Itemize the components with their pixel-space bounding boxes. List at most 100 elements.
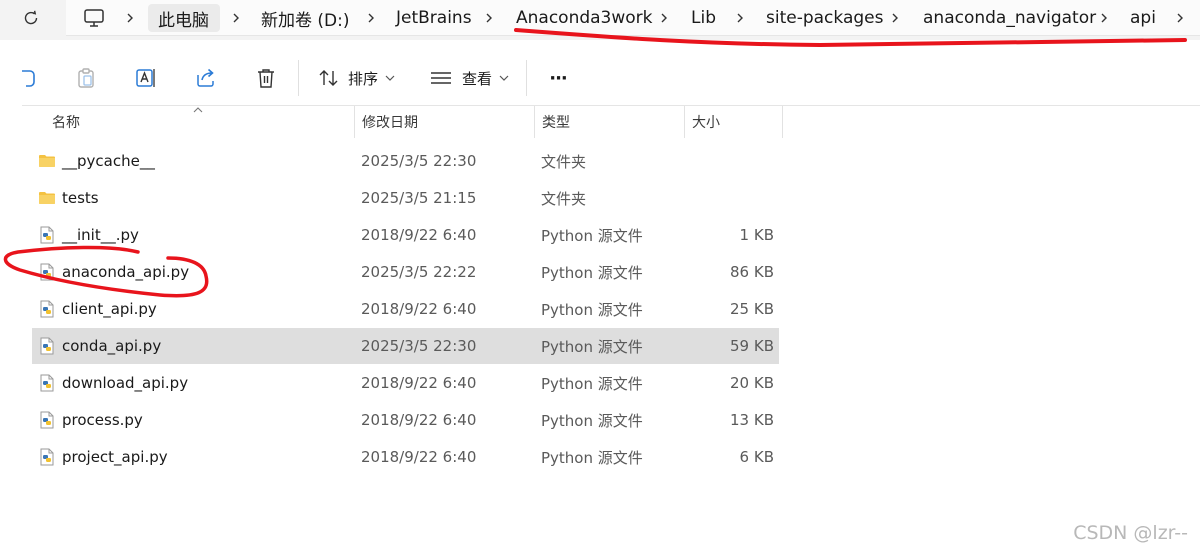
trash-icon <box>258 69 274 88</box>
toolbar-divider <box>298 60 299 96</box>
file-name: tests <box>62 189 99 207</box>
breadcrumb-separator-icon[interactable] <box>1173 0 1187 36</box>
file-name: anaconda_api.py <box>62 263 190 281</box>
address-strip: 此电脑 新加卷 (D:) JetBrains Anaconda3work Lib… <box>0 0 1200 40</box>
file-name: client_api.py <box>62 300 157 318</box>
column-header-size[interactable]: 大小 <box>692 106 720 138</box>
view-button[interactable]: 查看 <box>430 64 510 92</box>
sort-button[interactable]: 排序 <box>318 64 396 92</box>
file-type: Python 源文件 <box>541 226 643 245</box>
file-date: 2018/9/22 6:40 <box>361 226 477 244</box>
file-row[interactable]: __init__.py 2018/9/22 6:40 Python 源文件 1 KB <box>32 217 779 253</box>
column-header-date[interactable]: 修改日期 <box>362 106 418 138</box>
breadcrumb-item-anaconda3work[interactable]: Anaconda3work <box>516 0 653 36</box>
breadcrumb-item-this-pc[interactable]: 此电脑 <box>158 0 209 36</box>
refresh-button[interactable] <box>20 6 42 30</box>
computer-icon <box>84 9 104 27</box>
file-size: 20 KB <box>730 374 774 392</box>
file-type: Python 源文件 <box>541 300 643 319</box>
file-size: 1 KB <box>739 226 774 244</box>
file-row[interactable]: conda_api.py 2025/3/5 22:30 Python 源文件 59 K… <box>32 328 779 364</box>
new-button[interactable] <box>14 64 38 92</box>
file-type: 文件夹 <box>541 152 587 171</box>
file-name: project_api.py <box>62 448 168 466</box>
file-row[interactable]: __pycache__ 2025/3/5 22:30 文件夹 <box>32 143 779 179</box>
command-bar: 排序 查看 ··· <box>0 48 1200 106</box>
file-date: 2018/9/22 6:40 <box>361 374 477 392</box>
delete-button[interactable] <box>254 64 278 92</box>
file-size: 13 KB <box>730 411 774 429</box>
file-row[interactable]: client_api.py 2018/9/22 6:40 Python 源文件 25 … <box>32 291 779 327</box>
python-file-icon <box>38 300 56 318</box>
file-date: 2025/3/5 22:22 <box>361 263 477 281</box>
breadcrumb-item-jetbrains[interactable]: JetBrains <box>396 0 472 36</box>
python-file-icon <box>38 263 56 281</box>
file-row[interactable]: project_api.py 2018/9/22 6:40 Python 源文件 6 … <box>32 439 779 475</box>
file-date: 2018/9/22 6:40 <box>361 411 477 429</box>
file-row[interactable]: download_api.py 2018/9/22 6:40 Python 源文件 2… <box>32 365 779 401</box>
chevron-down-icon <box>499 75 509 81</box>
file-name: conda_api.py <box>62 337 162 355</box>
share-button[interactable] <box>194 64 218 92</box>
file-size: 25 KB <box>730 300 774 318</box>
column-divider[interactable] <box>782 106 783 138</box>
folder-icon <box>38 152 56 170</box>
this-pc-button[interactable] <box>82 6 106 30</box>
file-type: Python 源文件 <box>541 411 643 430</box>
breadcrumb-separator-icon[interactable] <box>733 0 747 36</box>
file-size: 86 KB <box>730 263 774 281</box>
file-type: Python 源文件 <box>541 448 643 467</box>
file-date: 2025/3/5 22:30 <box>361 337 477 355</box>
column-header-name[interactable]: 名称 <box>52 106 80 138</box>
file-row[interactable]: anaconda_api.py 2025/3/5 22:22 Python 源文件 8… <box>32 254 779 290</box>
breadcrumb-separator-icon[interactable] <box>482 0 496 36</box>
file-name: process.py <box>62 411 143 429</box>
breadcrumb-separator-icon[interactable] <box>364 0 378 36</box>
file-size: 59 KB <box>730 337 774 355</box>
file-date: 2018/9/22 6:40 <box>361 448 477 466</box>
sort-ascending-icon <box>193 107 203 113</box>
more-options-button[interactable]: ··· <box>544 64 572 92</box>
file-type: 文件夹 <box>541 189 587 208</box>
breadcrumb-item-site-packages[interactable]: site-packages <box>766 0 883 36</box>
breadcrumb-separator-icon[interactable] <box>123 0 137 36</box>
python-file-icon <box>38 226 56 244</box>
column-header-row: 名称 修改日期 类型 大小 <box>0 106 1200 138</box>
column-divider[interactable] <box>684 106 685 138</box>
breadcrumb-item-anaconda-navigator[interactable]: anaconda_navigator <box>923 0 1096 36</box>
view-list-icon <box>431 72 451 84</box>
column-divider[interactable] <box>534 106 535 138</box>
breadcrumb-item-drive-d[interactable]: 新加卷 (D:) <box>261 0 350 36</box>
python-file-icon <box>38 448 56 466</box>
file-type: Python 源文件 <box>541 263 643 282</box>
breadcrumb-separator-icon[interactable] <box>1097 0 1111 36</box>
python-file-icon <box>38 374 56 392</box>
rename-icon <box>136 69 155 87</box>
more-options-icon: ··· <box>549 67 567 89</box>
folder-icon <box>38 189 56 207</box>
column-divider[interactable] <box>354 106 355 138</box>
view-label: 查看 <box>462 69 493 88</box>
breadcrumb-separator-icon[interactable] <box>888 0 902 36</box>
paste-button[interactable] <box>74 64 98 92</box>
python-file-icon <box>38 411 56 429</box>
refresh-icon <box>24 10 38 25</box>
file-type: Python 源文件 <box>541 374 643 393</box>
file-name: __init__.py <box>62 226 139 244</box>
address-bar[interactable]: 此电脑 新加卷 (D:) JetBrains Anaconda3work Lib… <box>66 0 1200 36</box>
file-row[interactable]: tests 2025/3/5 21:15 文件夹 <box>32 180 779 216</box>
file-size: 6 KB <box>739 448 774 466</box>
column-header-type[interactable]: 类型 <box>542 106 570 138</box>
breadcrumb-item-api[interactable]: api <box>1130 0 1156 36</box>
watermark: CSDN @lzr-- <box>1073 522 1188 544</box>
rename-button[interactable] <box>134 64 158 92</box>
toolbar-divider <box>526 60 527 96</box>
file-name: __pycache__ <box>62 152 155 170</box>
new-item-icon <box>22 70 35 87</box>
file-date: 2025/3/5 22:30 <box>361 152 477 170</box>
breadcrumb-separator-icon[interactable] <box>657 0 671 36</box>
breadcrumb-item-lib[interactable]: Lib <box>691 0 716 36</box>
file-date: 2018/9/22 6:40 <box>361 300 477 318</box>
breadcrumb-separator-icon[interactable] <box>229 0 243 36</box>
file-row[interactable]: process.py 2018/9/22 6:40 Python 源文件 13 KB <box>32 402 779 438</box>
